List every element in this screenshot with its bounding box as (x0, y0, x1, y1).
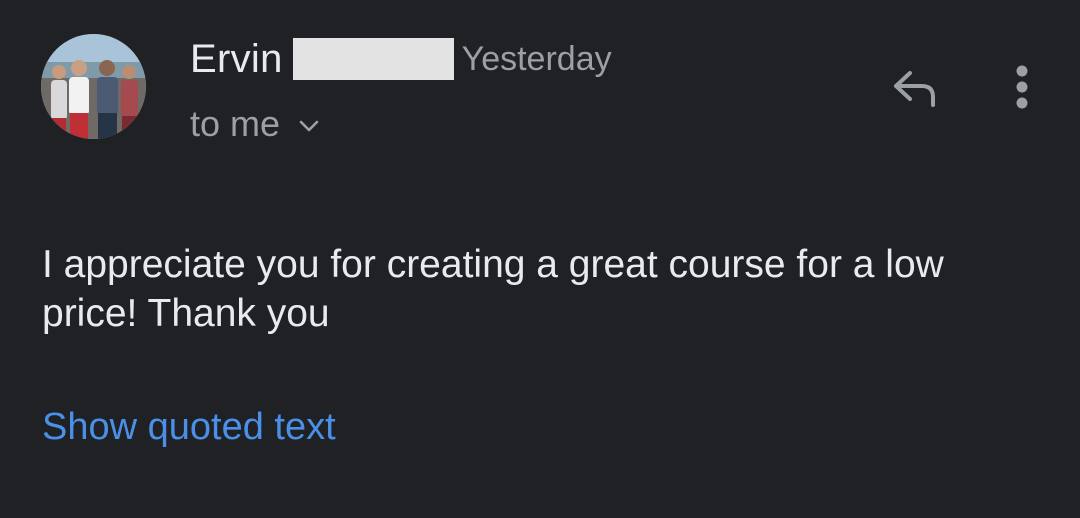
redacted-surname (292, 38, 454, 80)
reply-icon (894, 71, 935, 107)
more-vert-icon (1016, 65, 1028, 109)
more-options-button[interactable] (1000, 60, 1044, 114)
recipient-details-toggle[interactable]: to me (190, 100, 320, 148)
message-timestamp: Yesterday (461, 39, 612, 78)
sender-avatar[interactable] (41, 34, 146, 139)
sender-row: Ervin Yesterday (190, 34, 612, 84)
recipient-label: to me (190, 103, 281, 144)
chevron-down-icon (299, 120, 319, 132)
message-body: I appreciate you for creating a great co… (42, 243, 944, 335)
reply-button[interactable] (884, 62, 942, 112)
sender-name[interactable]: Ervin (190, 37, 283, 82)
show-quoted-text-link[interactable]: Show quoted text (42, 404, 336, 450)
avatar-photo (41, 34, 146, 139)
